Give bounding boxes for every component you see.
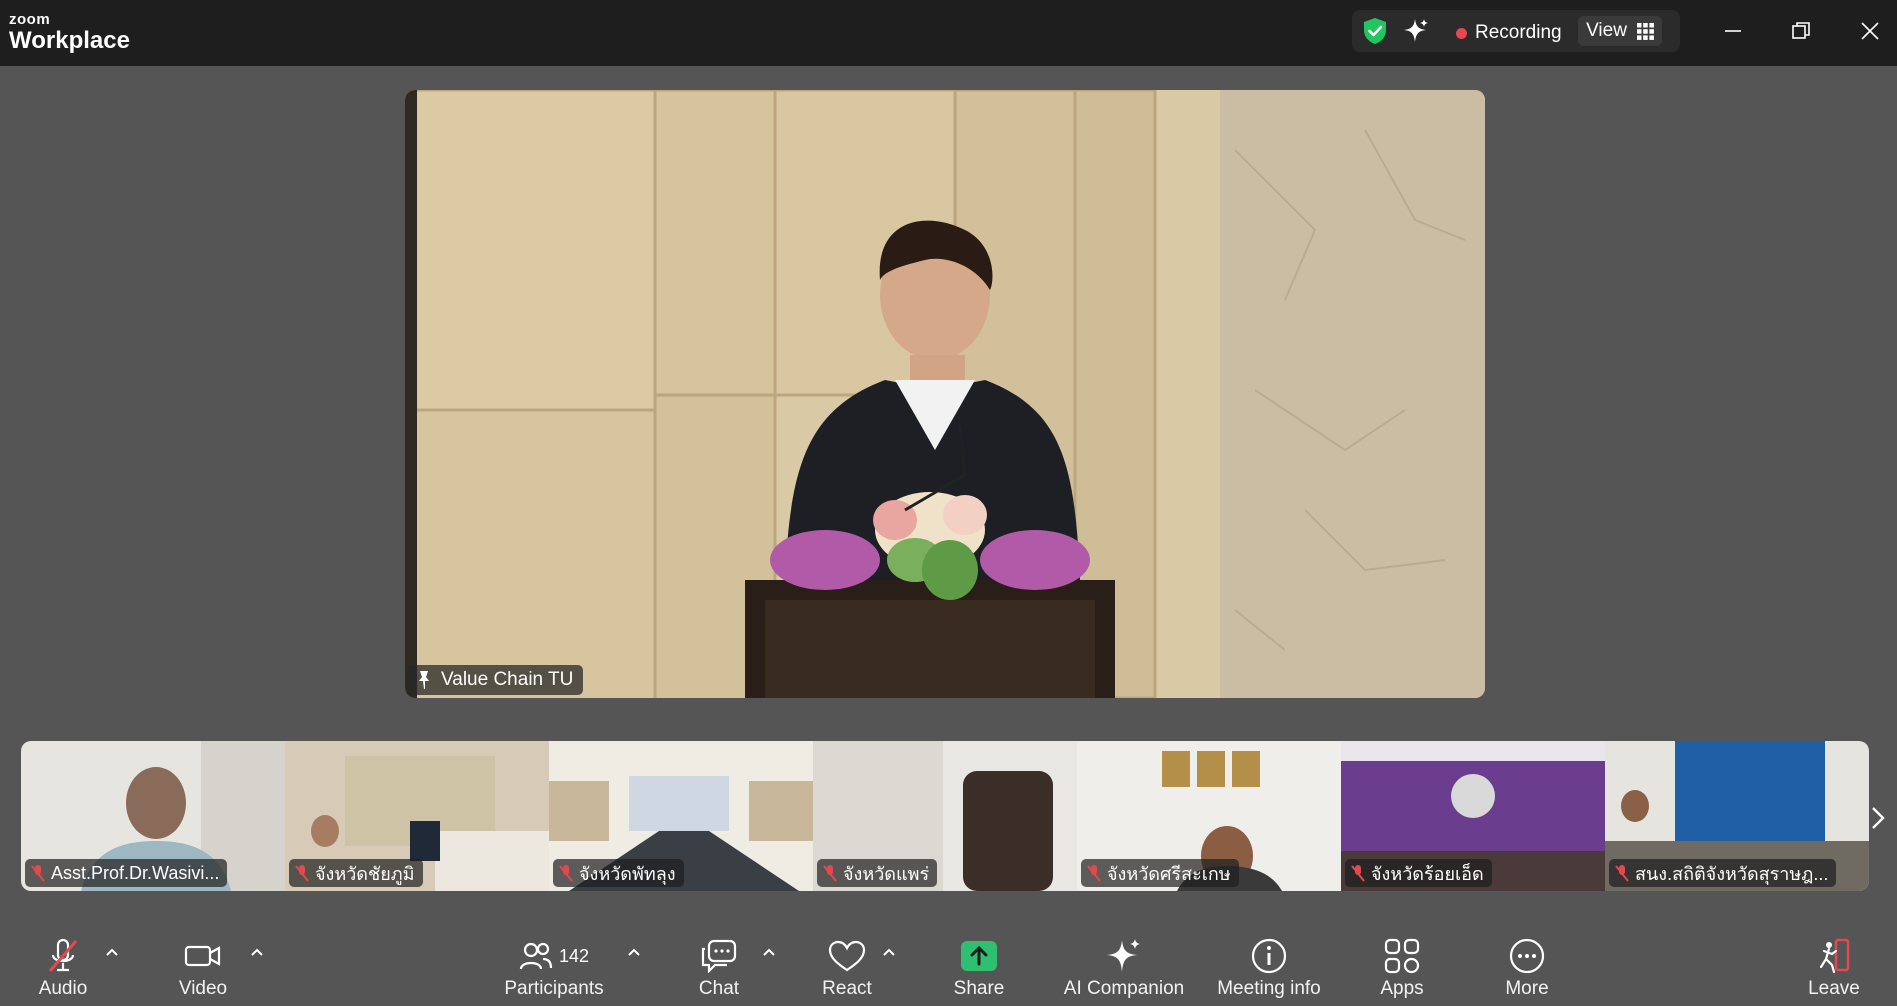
muted-mic-icon — [295, 865, 309, 882]
mic-muted-icon — [46, 934, 80, 978]
main-video-name-label: Value Chain TU — [407, 665, 584, 695]
audio-label: Audio — [38, 978, 88, 999]
participant-name: จังหวัดพัทลุง — [579, 863, 676, 884]
restore-icon[interactable] — [1787, 17, 1815, 45]
participant-thumbnail[interactable]: จังหวัดชัยภูมิ — [285, 741, 549, 891]
leave-label: Leave — [1808, 978, 1860, 999]
participant-name: จังหวัดศรีสะเกษ — [1107, 863, 1231, 884]
chat-label: Chat — [698, 978, 740, 999]
participant-thumbnail[interactable]: Asst.Prof.Dr.Wasivi... — [21, 741, 285, 891]
participants-icon: 142 — [519, 934, 589, 978]
participant-thumbnail[interactable]: จังหวัดร้อยเอ็ด — [1341, 741, 1605, 891]
more-label: More — [1505, 978, 1549, 999]
video-options-chevron-up-icon[interactable] — [249, 944, 265, 960]
participant-name: สนง.สถิติจังหวัดสุราษฎ... — [1635, 863, 1829, 884]
brand-small: zoom — [9, 11, 51, 28]
speaker-video-frame — [405, 90, 1485, 698]
participant-name: จังหวัดแพร่ — [843, 863, 930, 884]
brand-large: Workplace — [9, 27, 130, 54]
leave-button[interactable]: Leave — [1808, 920, 1860, 1006]
ai-companion-sparkle-icon — [1105, 934, 1143, 978]
participant-thumbnail-strip: Asst.Prof.Dr.Wasivi... จังหวัดชัยภูมิ จั… — [21, 741, 1869, 891]
main-participant-name: Value Chain TU — [441, 669, 574, 690]
apps-button[interactable]: Apps — [1378, 920, 1426, 1006]
apps-icon — [1384, 934, 1420, 978]
meeting-toolbar: Audio Video 142 Participants Chat React … — [0, 920, 1897, 1006]
audio-button[interactable]: Audio — [30, 920, 96, 1006]
more-button[interactable]: More — [1502, 920, 1552, 1006]
recording-dot-icon — [1456, 27, 1467, 39]
main-video[interactable] — [405, 90, 1485, 698]
apps-label: Apps — [1380, 978, 1424, 999]
info-icon — [1250, 934, 1288, 978]
participants-button[interactable]: 142 Participants — [502, 920, 606, 1006]
participant-thumbnail[interactable]: จังหวัดศรีสะเกษ — [1077, 741, 1341, 891]
participant-name: จังหวัดชัยภูมิ — [315, 863, 415, 884]
app-logo: zoom Workplace — [9, 12, 130, 53]
participant-name: Asst.Prof.Dr.Wasivi... — [51, 862, 220, 883]
participant-thumbnail[interactable]: จังหวัดพัทลุง — [549, 741, 813, 891]
react-button[interactable]: React — [822, 920, 872, 1006]
next-page-chevron-icon[interactable] — [1866, 800, 1890, 836]
participant-name: จังหวัดร้อยเอ็ด — [1371, 863, 1484, 884]
share-label: Share — [953, 978, 1005, 999]
title-bar: zoom Workplace Recording View — [0, 0, 1897, 66]
participants-label: Participants — [504, 978, 604, 999]
chat-button[interactable]: Chat — [696, 920, 742, 1006]
meeting-info-label: Meeting info — [1217, 978, 1321, 999]
close-icon[interactable] — [1856, 17, 1884, 45]
grid-icon — [1636, 22, 1654, 40]
view-button[interactable]: View — [1578, 16, 1662, 46]
react-label: React — [822, 978, 872, 999]
audio-options-chevron-up-icon[interactable] — [104, 944, 120, 960]
chat-options-chevron-up-icon[interactable] — [761, 944, 777, 960]
muted-mic-icon — [1087, 865, 1101, 882]
ai-sparkle-icon[interactable] — [1402, 17, 1430, 50]
shield-check-icon[interactable] — [1362, 17, 1388, 50]
muted-mic-icon — [1351, 865, 1365, 882]
view-label: View — [1586, 20, 1627, 41]
share-screen-icon — [960, 934, 998, 978]
video-label: Video — [178, 978, 228, 999]
muted-mic-icon — [1615, 865, 1629, 882]
ai-companion-label: AI Companion — [1063, 978, 1185, 999]
heart-icon — [828, 934, 866, 978]
participant-thumbnail[interactable]: จังหวัดแพร่ — [813, 741, 1077, 891]
leave-door-icon — [1816, 934, 1852, 978]
ai-companion-button[interactable]: AI Companion — [1064, 920, 1184, 1006]
pin-icon — [419, 671, 429, 689]
participants-options-chevron-up-icon[interactable] — [626, 944, 642, 960]
minimize-icon[interactable] — [1719, 17, 1747, 45]
participant-thumbnail[interactable]: สนง.สถิติจังหวัดสุราษฎ... — [1605, 741, 1869, 891]
recording-indicator[interactable]: Recording — [1456, 22, 1562, 44]
more-dots-icon — [1508, 934, 1546, 978]
muted-mic-icon — [559, 865, 573, 882]
video-camera-icon — [184, 934, 222, 978]
participants-count: 142 — [558, 945, 590, 966]
meeting-info-button[interactable]: Meeting info — [1214, 920, 1324, 1006]
muted-mic-icon — [823, 865, 837, 882]
video-button[interactable]: Video — [172, 920, 234, 1006]
react-options-chevron-up-icon[interactable] — [881, 944, 897, 960]
recording-label: Recording — [1475, 22, 1562, 43]
chat-bubble-icon — [701, 934, 737, 978]
share-button[interactable]: Share — [954, 920, 1004, 1006]
muted-mic-icon — [31, 865, 45, 882]
